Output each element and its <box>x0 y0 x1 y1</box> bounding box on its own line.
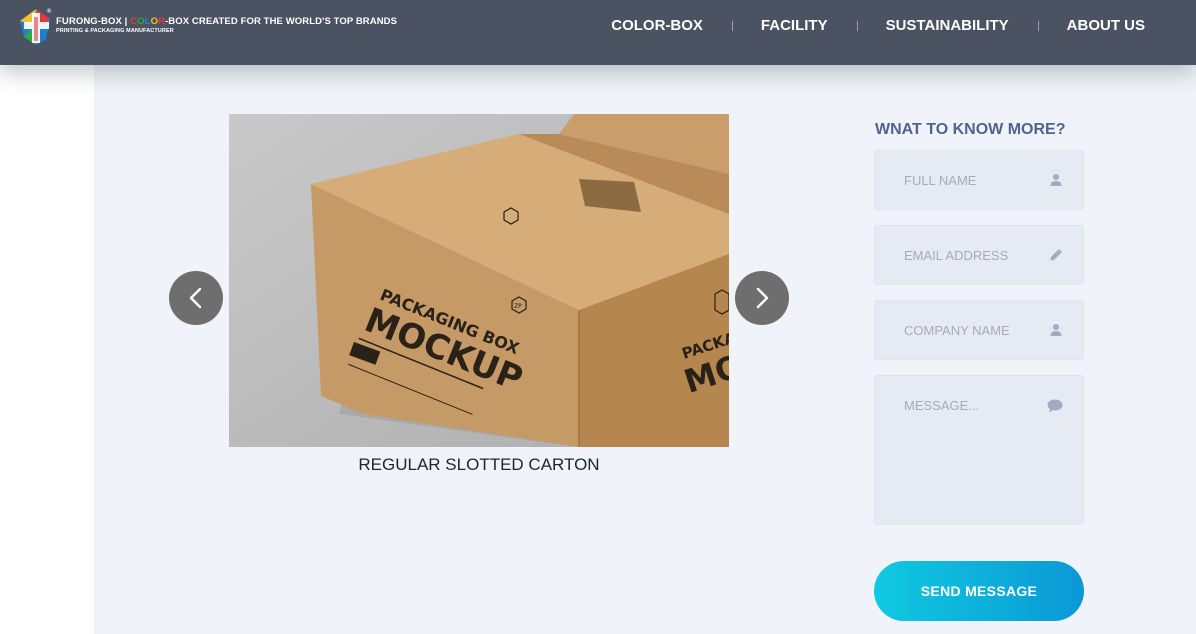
furong-logo-icon[interactable]: ® <box>16 5 56 47</box>
nav-sustainability[interactable]: SUSTAINABILITY <box>856 17 1038 34</box>
brand-tagline-rest: -BOX CREATED FOR THE WORLD'S TOP BRANDS <box>165 16 398 27</box>
site-header: ® FURONG-BOX | COLOR-BOX CREATED FOR THE… <box>0 0 1196 65</box>
nav-about-us[interactable]: ABOUT US <box>1037 17 1174 34</box>
user-icon <box>1050 324 1062 336</box>
chevron-left-icon <box>189 287 202 309</box>
slider-next-button[interactable] <box>735 271 789 325</box>
slider-prev-button[interactable] <box>169 271 223 325</box>
chevron-right-icon <box>756 287 769 309</box>
svg-text:ZP: ZP <box>514 303 522 310</box>
company-name-placeholder: COMPANY NAME <box>904 323 1010 338</box>
brand-name: FURONG-BOX <box>56 16 122 27</box>
slide-caption: REGULAR SLOTTED CARTON <box>358 455 600 474</box>
nav-color-box[interactable]: COLOR-BOX <box>582 17 732 34</box>
message-field[interactable]: MESSAGE... <box>874 375 1084 525</box>
full-name-field[interactable]: FULL NAME <box>874 150 1084 210</box>
brand-tagline: FURONG-BOX | COLOR-BOX CREATED FOR THE W… <box>56 16 397 27</box>
company-name-field[interactable]: COMPANY NAME <box>874 300 1084 360</box>
page: ® FURONG-BOX | COLOR-BOX CREATED FOR THE… <box>0 0 1196 634</box>
brand-separator: | <box>124 16 128 27</box>
registered-mark: ® <box>46 8 52 15</box>
form-title: WNAT TO KNOW MORE? <box>875 121 1066 138</box>
nav-facility[interactable]: FACILITY <box>731 17 857 34</box>
comment-icon <box>1047 399 1063 413</box>
pencil-icon <box>1050 249 1062 261</box>
color-letter-r: R <box>158 16 166 27</box>
email-address-field[interactable]: EMAIL ADDRESS <box>874 225 1084 285</box>
user-icon <box>1050 174 1062 186</box>
full-name-placeholder: FULL NAME <box>904 173 977 188</box>
carton-mockup-illustration: PACKAGING BOX MOCKUP ZP PACKAGING MOCKUP <box>229 114 729 447</box>
slide-image-carton: PACKAGING BOX MOCKUP ZP PACKAGING MOCKUP <box>229 114 729 447</box>
brand-subtitle: PRINTING & PACKAGING MANUFACTURER <box>56 28 174 34</box>
send-message-button[interactable]: SEND MESSAGE <box>874 561 1084 621</box>
color-letter-o1: O <box>137 16 145 27</box>
email-address-placeholder: EMAIL ADDRESS <box>904 248 1009 263</box>
color-letter-o2: O <box>150 16 159 27</box>
message-placeholder: MESSAGE... <box>904 398 980 413</box>
main-nav: COLOR-BOX FACILITY SUSTAINABILITY ABOUT … <box>582 0 1174 50</box>
